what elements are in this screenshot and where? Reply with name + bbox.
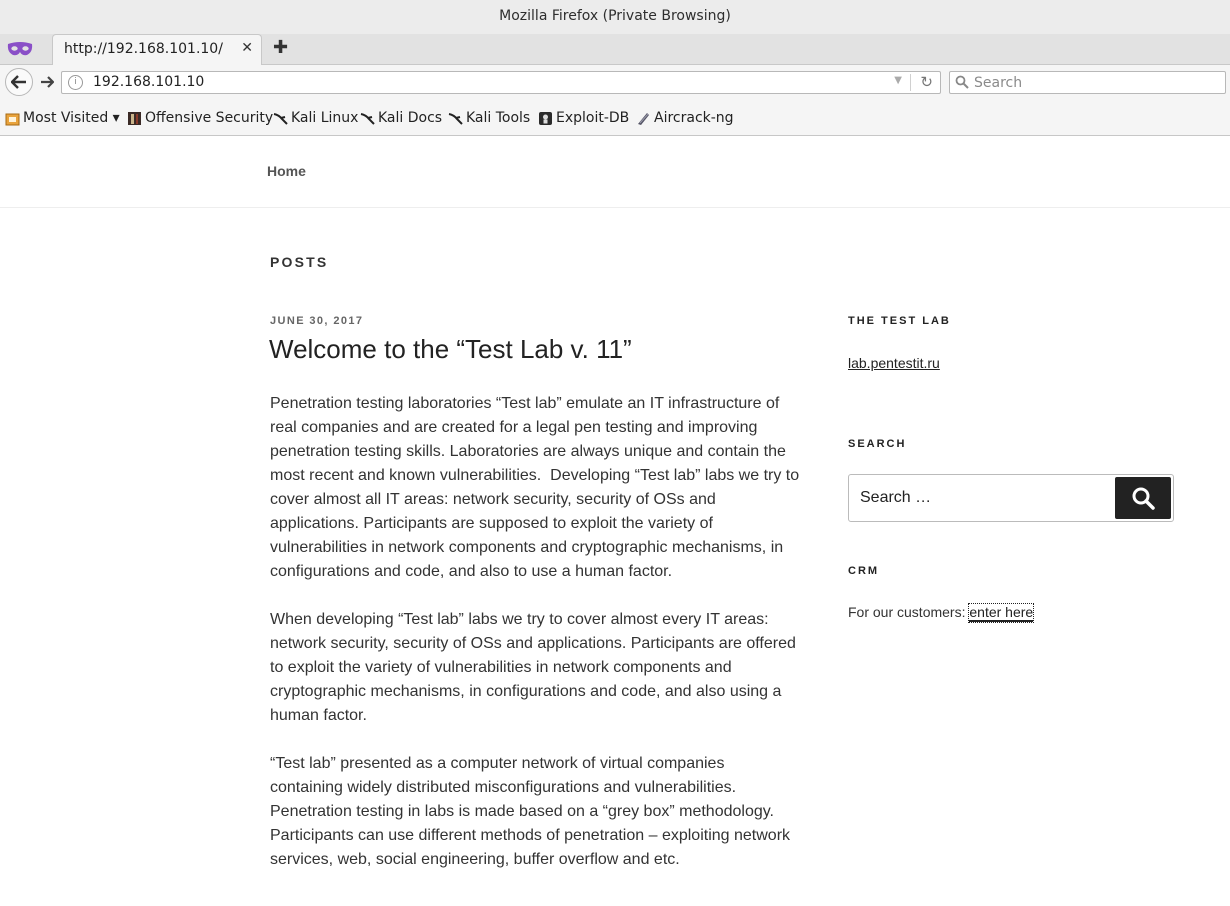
- bookmark-most-visited[interactable]: Most Visited ▾: [5, 110, 120, 126]
- reload-icon[interactable]: ↻: [920, 73, 933, 91]
- post-paragraph: “Test lab” presented as a computer netwo…: [270, 755, 791, 868]
- bookmark-label: Kali Tools: [466, 110, 531, 126]
- exploit-db-icon: [539, 111, 552, 125]
- widget-title-search: SEARCH: [848, 438, 907, 450]
- bookmark-kali-docs[interactable]: Kali Docs: [360, 110, 442, 126]
- kali-dragon-icon: [360, 112, 375, 125]
- browser-search-bar[interactable]: [949, 71, 1226, 94]
- browser-search-input[interactable]: [974, 73, 1219, 92]
- crm-label: For our customers:: [848, 604, 970, 620]
- bookmarks-toolbar: Most Visited ▾ Offensive Security Kali L…: [0, 101, 1230, 136]
- folder-icon: [5, 113, 20, 125]
- post-paragraph: When developing “Test lab” labs we try t…: [270, 611, 796, 724]
- forward-arrow-icon: [41, 76, 54, 88]
- bookmark-kali-linux[interactable]: Kali Linux: [273, 110, 358, 126]
- site-navigation: Home: [0, 136, 1230, 208]
- tab-active[interactable]: http://192.168.101.10/ ✕: [52, 34, 262, 65]
- page-title: POSTS: [270, 254, 329, 270]
- url-text[interactable]: 192.168.101.10: [93, 74, 204, 90]
- test-lab-link[interactable]: lab.pentestit.ru: [848, 355, 940, 371]
- new-tab-plus-icon[interactable]: ✚: [273, 37, 288, 58]
- sidebar-search-input[interactable]: [860, 487, 1110, 509]
- bookmark-kali-tools[interactable]: Kali Tools: [448, 110, 530, 126]
- bookmark-label: Offensive Security: [145, 110, 274, 126]
- offensive-security-icon: [128, 111, 141, 125]
- nav-home-link[interactable]: Home: [267, 163, 306, 179]
- kali-dragon-icon: [448, 112, 463, 125]
- kali-dragon-icon: [273, 112, 288, 125]
- bookmark-offensive-security[interactable]: Offensive Security: [127, 110, 273, 126]
- url-bar[interactable]: i 192.168.101.10 ▼ ↻: [61, 71, 941, 94]
- search-submit-button[interactable]: [1115, 477, 1171, 519]
- search-icon: [1132, 487, 1155, 510]
- bookmark-label: Kali Linux: [291, 110, 359, 126]
- navigation-toolbar: i 192.168.101.10 ▼ ↻: [0, 65, 1230, 101]
- post-paragraph: Penetration testing laboratories “Test l…: [270, 395, 800, 580]
- private-browsing-mask-icon: [7, 42, 33, 56]
- tab-title: http://192.168.101.10/: [64, 41, 223, 57]
- site-info-icon[interactable]: i: [68, 75, 83, 90]
- crm-text: For our customers: enter here: [848, 603, 1035, 623]
- bookmark-label: Aircrack-ng: [654, 110, 734, 126]
- bookmark-label: Kali Docs: [378, 110, 443, 126]
- back-button[interactable]: [5, 68, 33, 96]
- aircrack-icon: [638, 112, 649, 125]
- post-content: Penetration testing laboratories “Test l…: [270, 392, 800, 896]
- url-dropdown-icon[interactable]: ▼: [894, 75, 902, 86]
- widget-title-crm: CRM: [848, 565, 880, 577]
- back-arrow-icon: [11, 75, 26, 89]
- search-icon: [955, 75, 969, 89]
- sidebar-search-form: [848, 474, 1174, 522]
- bookmark-label: Exploit-DB: [556, 110, 630, 126]
- window-title: Mozilla Firefox (Private Browsing): [499, 8, 731, 24]
- bookmark-exploit-db[interactable]: Exploit-DB: [538, 110, 629, 126]
- bookmark-label: Most Visited ▾: [23, 110, 120, 126]
- window-titlebar: Mozilla Firefox (Private Browsing): [0, 0, 1230, 34]
- post-title[interactable]: Welcome to the “Test Lab v. 11”: [269, 334, 632, 365]
- widget-title-test-lab: THE TEST LAB: [848, 315, 951, 327]
- url-divider: [910, 74, 911, 91]
- crm-enter-link[interactable]: enter here: [968, 603, 1035, 623]
- post-date[interactable]: JUNE 30, 2017: [270, 315, 363, 327]
- forward-button[interactable]: [38, 73, 56, 91]
- tab-close-icon[interactable]: ✕: [241, 40, 253, 56]
- bookmark-aircrack-ng[interactable]: Aircrack-ng: [636, 110, 734, 126]
